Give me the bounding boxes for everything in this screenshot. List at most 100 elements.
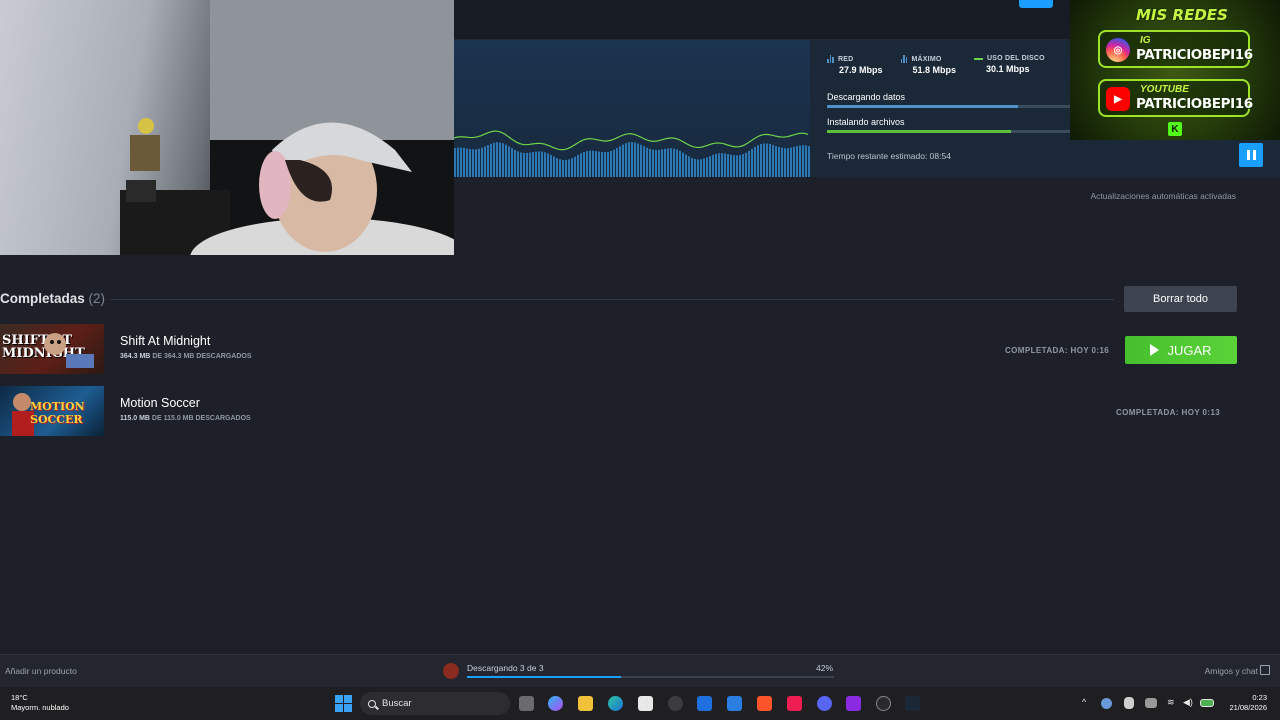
network-bar [796, 146, 798, 177]
volume-icon[interactable]: ◀) [1183, 697, 1193, 708]
network-bar [742, 154, 744, 177]
app-icon[interactable] [876, 696, 891, 711]
network-bar [757, 145, 759, 177]
brave-icon[interactable] [757, 696, 772, 711]
header-action-button[interactable] [1019, 0, 1053, 8]
network-bar [511, 148, 513, 177]
network-bar [670, 148, 672, 177]
taskbar-clock[interactable]: 0:23 21/08/2026 [1229, 693, 1267, 713]
chat-icon[interactable] [1260, 665, 1270, 675]
line-icon [974, 57, 984, 60]
tray-app-icon[interactable] [1145, 698, 1157, 708]
weather-temperature: 18°C [11, 693, 28, 702]
file-explorer-icon[interactable] [578, 696, 593, 711]
tiktok-icon[interactable] [787, 696, 802, 711]
phase-install-label: Instalando archivos [827, 117, 905, 127]
network-bar [712, 154, 714, 177]
discord-icon[interactable] [817, 696, 832, 711]
network-bar [514, 149, 516, 177]
network-bar [667, 148, 669, 177]
completion-status: COMPLETADA: HOY 0:16 [1005, 346, 1110, 355]
network-bar [706, 157, 708, 177]
tray-expand-icon[interactable]: ^ [1082, 697, 1086, 707]
microphone-icon[interactable] [1124, 697, 1134, 709]
steam-footer: Añadir un producto Descargando 3 de 3 42… [0, 654, 1280, 687]
game-row[interactable]: SHIFT AT MIDNIGHT Shift At Midnight 364.… [0, 324, 1280, 376]
game-name[interactable]: Motion Soccer [120, 396, 200, 410]
game-name[interactable]: Shift At Midnight [120, 334, 210, 348]
network-bar [658, 149, 660, 177]
network-bar [691, 157, 693, 177]
game-row[interactable]: MOTION SOCCER Motion Soccer 115.0 MB DE … [0, 386, 1280, 438]
network-bar [553, 156, 555, 177]
battery-icon[interactable] [1200, 699, 1214, 707]
network-bar [799, 145, 801, 177]
network-bar [622, 144, 624, 177]
pause-button[interactable] [1239, 143, 1263, 167]
windows-taskbar: 18°C Mayorm. nublado Buscar ^ ≋ ◀) 0:23 … [0, 687, 1280, 720]
onedrive-icon[interactable] [1101, 698, 1112, 709]
obs-icon[interactable] [668, 696, 683, 711]
network-bar [502, 143, 504, 177]
network-bar [631, 142, 633, 177]
game-size: 364.3 MB DE 364.3 MB DESCARGADOS [120, 353, 252, 360]
network-bar [643, 146, 645, 177]
store-icon[interactable] [638, 696, 653, 711]
network-bar [499, 142, 501, 177]
download-status-text[interactable]: Descargando 3 de 3 [467, 663, 544, 673]
phase-install-fill [827, 130, 1011, 133]
weather-widget[interactable]: 18°C Mayorm. nublado [11, 693, 69, 713]
network-bar [490, 143, 492, 177]
network-bar [460, 147, 462, 177]
network-bar [547, 153, 549, 177]
network-bar [610, 150, 612, 177]
network-bar [781, 147, 783, 177]
network-bar [532, 152, 534, 177]
stat-value: 27.9 Mbps [839, 65, 883, 75]
play-label: JUGAR [1167, 342, 1212, 358]
edge-icon[interactable] [608, 696, 623, 711]
add-product-link[interactable]: Añadir un producto [5, 666, 77, 676]
game-thumbnail-title: MOTION SOCCER [30, 400, 85, 426]
network-bar [760, 144, 762, 177]
download-progress-fill [467, 676, 622, 678]
completed-count: (2) [88, 291, 106, 306]
downloading-game-icon[interactable] [443, 663, 459, 679]
network-bar [730, 154, 732, 177]
social-overlay: MIS REDES ◎ IG PATRICIOBEPI16 ▶ YOUTUBE … [1070, 0, 1280, 140]
friends-chat-button[interactable]: Amigos y chat [1205, 666, 1258, 676]
network-bar [484, 146, 486, 177]
steam-icon[interactable] [905, 696, 920, 711]
bars-icon [827, 55, 834, 63]
play-button[interactable]: JUGAR [1125, 336, 1237, 364]
vscode-icon[interactable] [697, 696, 712, 711]
copilot-icon[interactable] [548, 696, 563, 711]
windows-start-icon[interactable] [335, 695, 352, 712]
instagram-badge: ◎ IG PATRICIOBEPI16 [1098, 30, 1253, 68]
network-bar [748, 150, 750, 177]
network-bar [739, 155, 741, 177]
network-graph [454, 40, 810, 177]
network-bar [487, 145, 489, 177]
auto-updates-status: Actualizaciones automáticas activadas [1090, 191, 1236, 201]
task-view-icon[interactable] [519, 696, 534, 711]
network-bar [562, 159, 564, 177]
download-progress-bar[interactable] [467, 676, 834, 678]
network-bar [676, 149, 678, 177]
network-bar [778, 147, 780, 177]
clear-all-button[interactable]: Borrar todo [1124, 286, 1237, 312]
taskbar-search[interactable]: Buscar [360, 692, 510, 715]
network-bar [709, 156, 711, 177]
game-thumbnail[interactable]: MOTION SOCCER [0, 386, 104, 436]
game-thumbnail[interactable]: SHIFT AT MIDNIGHT [0, 324, 104, 374]
network-bar [535, 151, 537, 177]
outlook-icon[interactable] [727, 696, 742, 711]
network-bar [685, 154, 687, 177]
wifi-icon[interactable]: ≋ [1167, 697, 1175, 708]
network-bar [769, 143, 771, 177]
streamlabs-icon[interactable] [846, 696, 861, 711]
network-bar [568, 159, 570, 177]
clock-date: 21/08/2026 [1229, 703, 1267, 712]
phase-download-bar [827, 105, 1072, 108]
network-bar [529, 152, 531, 177]
